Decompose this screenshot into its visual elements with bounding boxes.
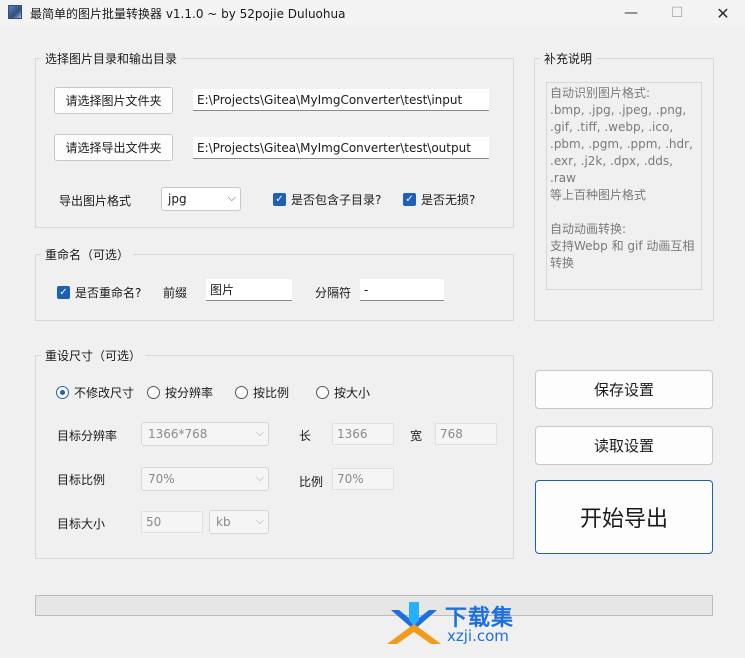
rename-checkbox[interactable]: ✓ 是否重命名? (57, 284, 141, 301)
select-output-folder-button[interactable]: 请选择导出文件夹 (54, 134, 173, 161)
radio-icon (316, 386, 329, 399)
width-field[interactable]: 768 (435, 423, 497, 445)
length-field[interactable]: 1366 (332, 423, 394, 445)
save-settings-button[interactable]: 保存设置 (535, 370, 713, 409)
separator-field[interactable]: - (360, 279, 444, 301)
dirs-group-label: 选择图片目录和输出目录 (41, 50, 182, 67)
rename-label: 是否重命名? (75, 286, 142, 300)
lossless-label: 是否无损? (421, 193, 476, 207)
radio-no-resize-label: 不修改尺寸 (74, 386, 135, 400)
include-subdirs-label: 是否包含子目录? (291, 193, 382, 207)
minimize-button[interactable]: — (608, 0, 654, 26)
target-resolution-select[interactable]: 1366*768 ⌵ (141, 422, 269, 446)
resize-group-label: 重设尺寸（可选） (41, 347, 146, 364)
watermark: 下载集 xzji.com (385, 600, 535, 652)
download-arrow-icon (387, 602, 441, 644)
target-ratio-label: 目标比例 (57, 473, 106, 487)
export-progress-bar (35, 595, 713, 616)
ratio-field[interactable]: 70% (332, 468, 394, 490)
notes-text: 自动识别图片格式: .bmp, .jpg, .jpeg, .png, .gif,… (550, 86, 695, 270)
check-icon: ✓ (273, 193, 286, 206)
prefix-label: 前缀 (163, 286, 188, 300)
maximize-button[interactable]: ☐ (654, 0, 700, 26)
target-ratio-value: 70% (148, 472, 175, 486)
radio-by-size-label: 按大小 (334, 386, 371, 400)
target-size-label: 目标大小 (57, 517, 106, 531)
radio-by-resolution[interactable]: 按分辨率 (147, 384, 213, 401)
close-button[interactable]: ✕ (700, 0, 745, 26)
radio-by-ratio-label: 按比例 (253, 386, 290, 400)
radio-icon (147, 386, 160, 399)
separator-label: 分隔符 (315, 286, 352, 300)
radio-selected-icon (56, 386, 69, 399)
chevron-down-icon: ⌵ (255, 471, 264, 484)
select-input-folder-button[interactable]: 请选择图片文件夹 (54, 87, 173, 114)
width-label: 宽 (410, 429, 423, 443)
title-bar: 最简单的图片批量转换器 v1.1.0 ~ by 52pojie Duluohua… (0, 0, 745, 26)
radio-by-resolution-label: 按分辨率 (165, 386, 214, 400)
chevron-down-icon: ⌵ (255, 426, 264, 439)
length-label: 长 (299, 429, 312, 443)
output-path-field[interactable]: E:\Projects\Gitea\MyImgConverter\test\ou… (193, 137, 489, 159)
notes-text-box: 自动识别图片格式: .bmp, .jpg, .jpeg, .png, .gif,… (546, 82, 702, 290)
lossless-checkbox[interactable]: ✓ 是否无损? (403, 191, 475, 208)
radio-icon (235, 386, 248, 399)
target-resolution-label: 目标分辨率 (57, 429, 118, 443)
size-unit-value: kb (216, 515, 231, 529)
radio-by-size[interactable]: 按大小 (316, 384, 370, 401)
start-export-button[interactable]: 开始导出 (535, 480, 713, 554)
include-subdirs-checkbox[interactable]: ✓ 是否包含子目录? (273, 191, 381, 208)
load-settings-button[interactable]: 读取设置 (535, 426, 713, 465)
prefix-field[interactable]: 图片 (206, 279, 292, 301)
watermark-domain: xzji.com (447, 627, 509, 645)
target-resolution-value: 1366*768 (148, 427, 208, 441)
ratio-label: 比例 (299, 475, 324, 489)
size-unit-select[interactable]: kb ⌵ (209, 510, 269, 534)
chevron-down-icon: ⌵ (255, 514, 264, 527)
format-select-value: jpg (168, 192, 187, 206)
check-icon: ✓ (57, 286, 70, 299)
rename-group-label: 重命名（可选） (41, 246, 134, 263)
format-label: 导出图片格式 (59, 194, 132, 208)
notes-group-label: 补充说明 (540, 50, 597, 67)
input-path-field[interactable]: E:\Projects\Gitea\MyImgConverter\test\in… (193, 89, 489, 111)
radio-by-ratio[interactable]: 按比例 (235, 384, 289, 401)
radio-no-resize[interactable]: 不修改尺寸 (56, 384, 134, 401)
chevron-down-icon: ⌵ (227, 191, 236, 204)
target-size-field[interactable]: 50 (141, 511, 203, 533)
format-select[interactable]: jpg ⌵ (161, 187, 241, 211)
target-ratio-select[interactable]: 70% ⌵ (141, 467, 269, 491)
check-icon: ✓ (403, 193, 416, 206)
window-title: 最简单的图片批量转换器 v1.1.0 ~ by 52pojie Duluohua (30, 7, 346, 21)
app-icon (8, 5, 22, 19)
